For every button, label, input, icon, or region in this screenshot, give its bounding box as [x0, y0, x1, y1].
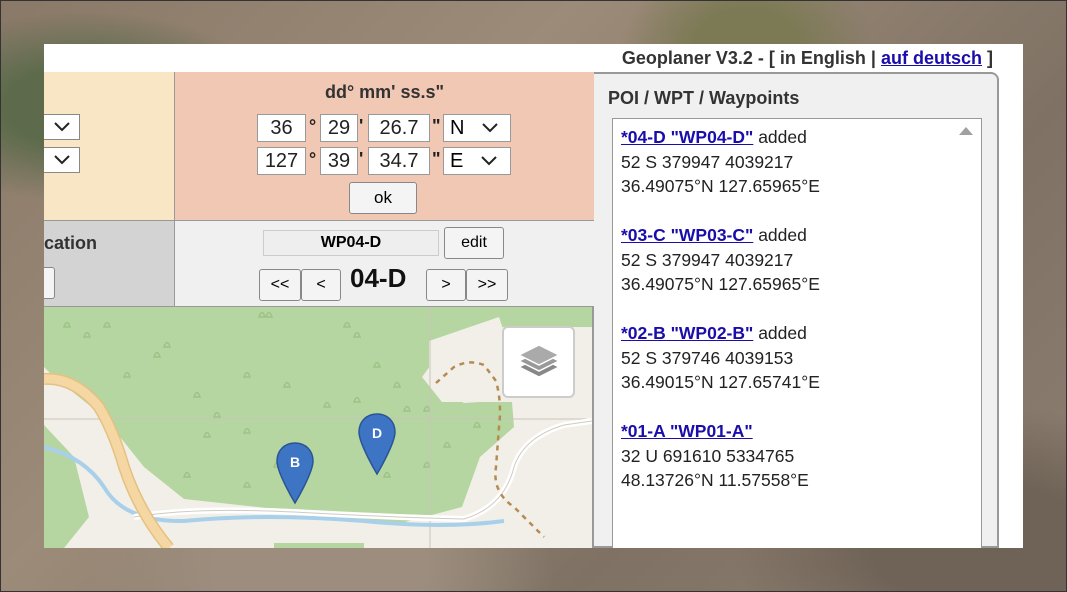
degree-symbol: °: [309, 116, 317, 136]
poi-entry-latlon: 36.49075°N 127.65965°E: [621, 274, 820, 294]
poi-entry: *02-B "WP02-B" added 52 S 379746 4039153…: [621, 321, 973, 395]
waypoint-nav-cell: WP04-D edit << < 04-D > >>: [175, 221, 594, 307]
poi-entry-utm: 32 U 691610 5334765: [621, 445, 795, 466]
marker-label: B: [290, 454, 300, 470]
current-waypoint-id: 04-D: [350, 263, 407, 293]
ok-button[interactable]: ok: [349, 182, 417, 214]
second-symbol: ": [432, 116, 441, 136]
poi-entry-status: added: [753, 225, 807, 245]
lat-minutes-field[interactable]: 29: [320, 114, 358, 142]
poi-entry-latlon: 36.49075°N 127.65965°E: [621, 176, 820, 196]
poi-entry-latlon: 48.13726°N 11.57558°E: [621, 470, 809, 490]
format-select-2[interactable]: [44, 147, 80, 173]
lon-degrees-field[interactable]: 127: [257, 147, 306, 175]
poi-entry: *03-C "WP03-C" added 52 S 379947 4039217…: [621, 223, 973, 297]
map-view[interactable]: B D: [44, 307, 592, 548]
minute-symbol: ': [359, 149, 364, 169]
poi-entry: *04-D "WP04-D" added 52 S 379947 4039217…: [621, 125, 973, 199]
poi-entry-link[interactable]: *03-C "WP03-C": [621, 225, 753, 245]
layers-button[interactable]: [502, 326, 575, 398]
minute-symbol: ': [359, 116, 364, 136]
poi-entry-utm: 52 S 379947 4039217: [621, 151, 794, 172]
location-cell: cation: [44, 221, 175, 307]
poi-entry-utm: 52 S 379947 4039217: [621, 249, 794, 270]
second-symbol: ": [432, 149, 441, 169]
waypoint-name-field[interactable]: WP04-D: [263, 230, 439, 256]
location-label: cation: [44, 233, 98, 253]
marker-label: D: [372, 425, 382, 441]
poi-entry-link[interactable]: *01-A "WP01-A": [621, 421, 753, 441]
lat-hemisphere-value: N: [450, 116, 465, 139]
edit-button[interactable]: edit: [444, 227, 504, 259]
map-marker-b[interactable]: B: [275, 441, 315, 505]
left-panel: dd° mm' ss.s" 36 ° 29 ' 26.7 " N 127 ° 3…: [44, 72, 594, 548]
poi-entry-link[interactable]: *04-D "WP04-D": [621, 127, 753, 147]
poi-entry: *01-A "WP01-A" 32 U 691610 5334765 48.13…: [621, 419, 973, 493]
lat-hemisphere-select[interactable]: N: [443, 114, 511, 142]
lon-hemisphere-value: E: [450, 149, 464, 172]
app-title: Geoplaner V3.2 - [ in English |: [621, 48, 876, 68]
dms-input-cell: dd° mm' ss.s" 36 ° 29 ' 26.7 " N 127 ° 3…: [175, 72, 594, 221]
lat-seconds-field[interactable]: 26.7: [368, 114, 430, 142]
last-waypoint-button[interactable]: >>: [466, 269, 508, 301]
poi-panel-title: POI / WPT / Waypoints: [608, 88, 800, 108]
format-select-1[interactable]: [44, 114, 80, 140]
poi-list[interactable]: *04-D "WP04-D" added 52 S 379947 4039217…: [612, 118, 982, 548]
degree-symbol: °: [309, 149, 317, 169]
poi-entry-status: added: [753, 127, 807, 147]
poi-panel: POI / WPT / Waypoints *04-D "WP04-D" add…: [594, 72, 999, 548]
lon-hemisphere-select[interactable]: E: [443, 147, 511, 175]
dms-format-title: dd° mm' ss.s": [324, 82, 445, 102]
german-language-link[interactable]: auf deutsch: [881, 48, 982, 68]
map-marker-d[interactable]: D: [357, 412, 397, 476]
poi-entry-status: added: [753, 323, 807, 343]
poi-entry-link[interactable]: *02-B "WP02-B": [621, 323, 753, 343]
scroll-up-icon[interactable]: [959, 127, 973, 135]
lat-degrees-field[interactable]: 36: [257, 114, 306, 142]
geoplaner-window: Geoplaner V3.2 - [ in English | auf deut…: [44, 44, 1023, 548]
chevron-down-icon: [482, 123, 499, 133]
lon-seconds-field[interactable]: 34.7: [368, 147, 430, 175]
lon-minutes-field[interactable]: 39: [320, 147, 358, 175]
chevron-down-icon: [481, 156, 498, 166]
first-waypoint-button[interactable]: <<: [259, 269, 301, 301]
app-header: Geoplaner V3.2 - [ in English | auf deut…: [44, 44, 1023, 72]
prev-waypoint-button[interactable]: <: [301, 269, 341, 301]
layers-icon: [516, 344, 561, 378]
coordinate-format-cell: [44, 72, 175, 221]
location-button[interactable]: [44, 267, 55, 299]
chevron-down-icon: [53, 155, 70, 165]
chevron-down-icon: [53, 122, 70, 132]
poi-entry-utm: 52 S 379746 4039153: [621, 347, 794, 368]
bracket-close: ]: [987, 48, 993, 68]
next-waypoint-button[interactable]: >: [426, 269, 466, 301]
poi-entry-latlon: 36.49015°N 127.65741°E: [621, 372, 820, 392]
